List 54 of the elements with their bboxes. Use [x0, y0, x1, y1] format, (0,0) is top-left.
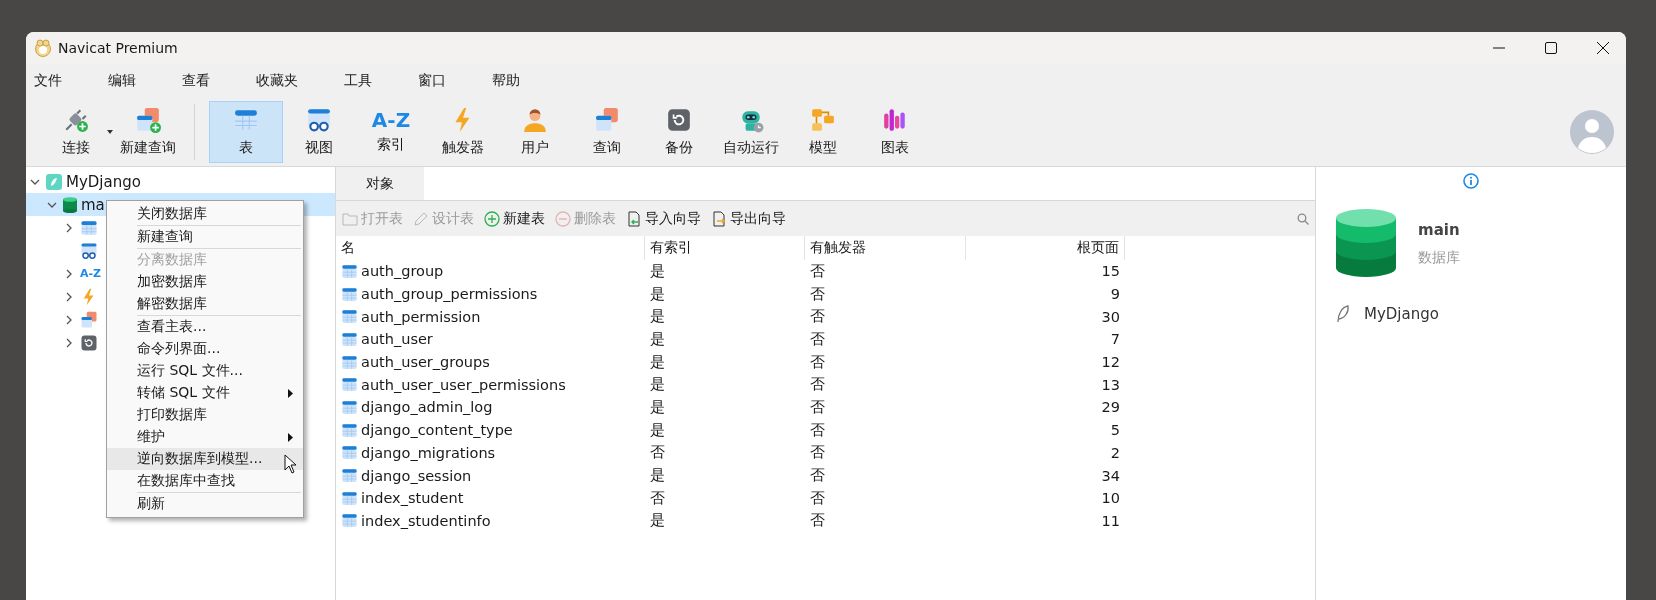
- table-cell-text: 否: [809, 261, 826, 281]
- table-cell-text: 2: [1109, 443, 1121, 463]
- database-type: 数据库: [1418, 249, 1460, 267]
- table-cell-text: 34: [1100, 466, 1121, 486]
- table-cell: django_migrations: [336, 441, 645, 465]
- table-cell-text: 是: [649, 352, 666, 372]
- window-title: Navicat Premium: [58, 40, 179, 56]
- table-cell-text: 否: [809, 511, 826, 531]
- table-cell-text: 13: [1100, 375, 1121, 395]
- table-cell-text: 否: [809, 397, 826, 417]
- table-cell-text: 10: [1100, 489, 1121, 509]
- table-cell-text: 5: [1109, 421, 1121, 441]
- table-cell: auth_user_groups: [336, 350, 645, 374]
- table-cell-text: 是: [649, 329, 666, 349]
- table-cell-text: 是: [649, 307, 666, 327]
- table-cell-text: 否: [809, 420, 826, 440]
- table-cell-text: 29: [1100, 398, 1121, 418]
- table-cell-text: 7: [1109, 330, 1121, 350]
- table-cell-text: 否: [649, 488, 666, 508]
- connection-name: MyDjango: [1364, 305, 1439, 323]
- table-cell: auth_group_permissions: [336, 282, 645, 306]
- table-cell-text: 否: [809, 329, 826, 349]
- index-icon: A-Z: [80, 268, 102, 279]
- table-cell-text: 否: [809, 488, 826, 508]
- database-name: main: [1418, 221, 1460, 239]
- table-cell-text: 是: [649, 511, 666, 531]
- table-cell: auth_group: [336, 260, 645, 283]
- table-cell-text: 是: [649, 261, 666, 281]
- table-cell: auth_permission: [336, 305, 645, 329]
- table-cell-text: 否: [649, 443, 666, 463]
- table-cell-text: 是: [649, 397, 666, 417]
- table-cell: index_student: [336, 486, 645, 510]
- table-cell-text: 11: [1100, 511, 1121, 531]
- table-cell: django_session: [336, 464, 645, 487]
- table-cell: django_admin_log: [336, 396, 645, 419]
- table-cell: index_studentinfo: [336, 509, 645, 533]
- table-cell: auth_user: [336, 328, 645, 351]
- table-cell-text: 9: [1109, 285, 1121, 305]
- table-cell-text: 15: [1100, 262, 1121, 282]
- table-cell-text: 是: [649, 284, 666, 304]
- table-cell-text: 是: [649, 466, 666, 486]
- table-cell-text: 30: [1100, 307, 1121, 327]
- table-cell-text: 否: [809, 443, 826, 463]
- table-cell-text: 否: [809, 466, 826, 486]
- table-cell-text: 是: [649, 375, 666, 395]
- table-cell-text: 12: [1100, 353, 1121, 373]
- table-cell: auth_user_user_permissions: [336, 373, 645, 397]
- table-cell-text: 否: [809, 284, 826, 304]
- table-cell-text: 否: [809, 375, 826, 395]
- table-cell-text: 是: [649, 420, 666, 440]
- index-icon: A-Z: [371, 110, 411, 130]
- table-cell: django_content_type: [336, 418, 645, 442]
- table-cell-text: 否: [809, 307, 826, 327]
- table-cell-text: 否: [809, 352, 826, 372]
